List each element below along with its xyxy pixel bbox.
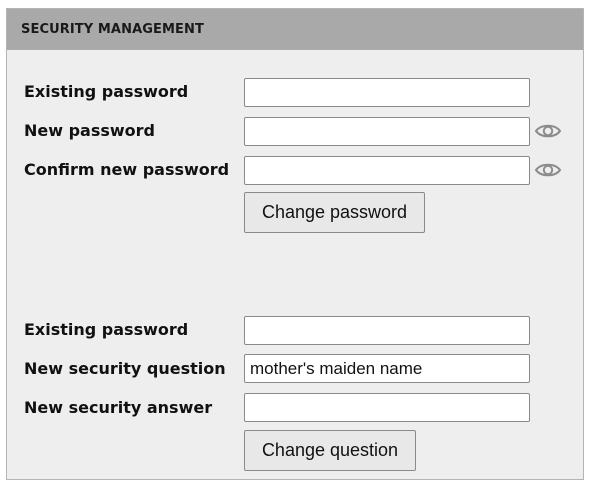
security-question-input[interactable] bbox=[244, 354, 530, 383]
change-question-button[interactable]: Change question bbox=[244, 430, 416, 471]
confirm-password-input[interactable] bbox=[244, 156, 530, 185]
confirm-password-label: Confirm new password bbox=[24, 160, 230, 179]
panel-header: SECURITY MANAGEMENT bbox=[7, 9, 583, 50]
eye-icon[interactable] bbox=[534, 122, 562, 140]
existing-password-label: Existing password bbox=[24, 82, 189, 101]
security-question-label: New security question bbox=[24, 359, 226, 378]
new-password-label: New password bbox=[24, 121, 156, 140]
existing-password-label: Existing password bbox=[24, 320, 189, 339]
change-password-button[interactable]: Change password bbox=[244, 192, 425, 233]
existing-password-input[interactable] bbox=[244, 78, 530, 107]
security-answer-label: New security answer bbox=[24, 398, 213, 417]
panel-title: SECURITY MANAGEMENT bbox=[21, 22, 204, 37]
new-password-input[interactable] bbox=[244, 117, 530, 146]
security-answer-input[interactable] bbox=[244, 393, 530, 422]
eye-icon[interactable] bbox=[534, 161, 562, 179]
existing-password-input[interactable] bbox=[244, 316, 530, 345]
security-management-panel: SECURITY MANAGEMENT Existing password Ne… bbox=[6, 8, 584, 480]
